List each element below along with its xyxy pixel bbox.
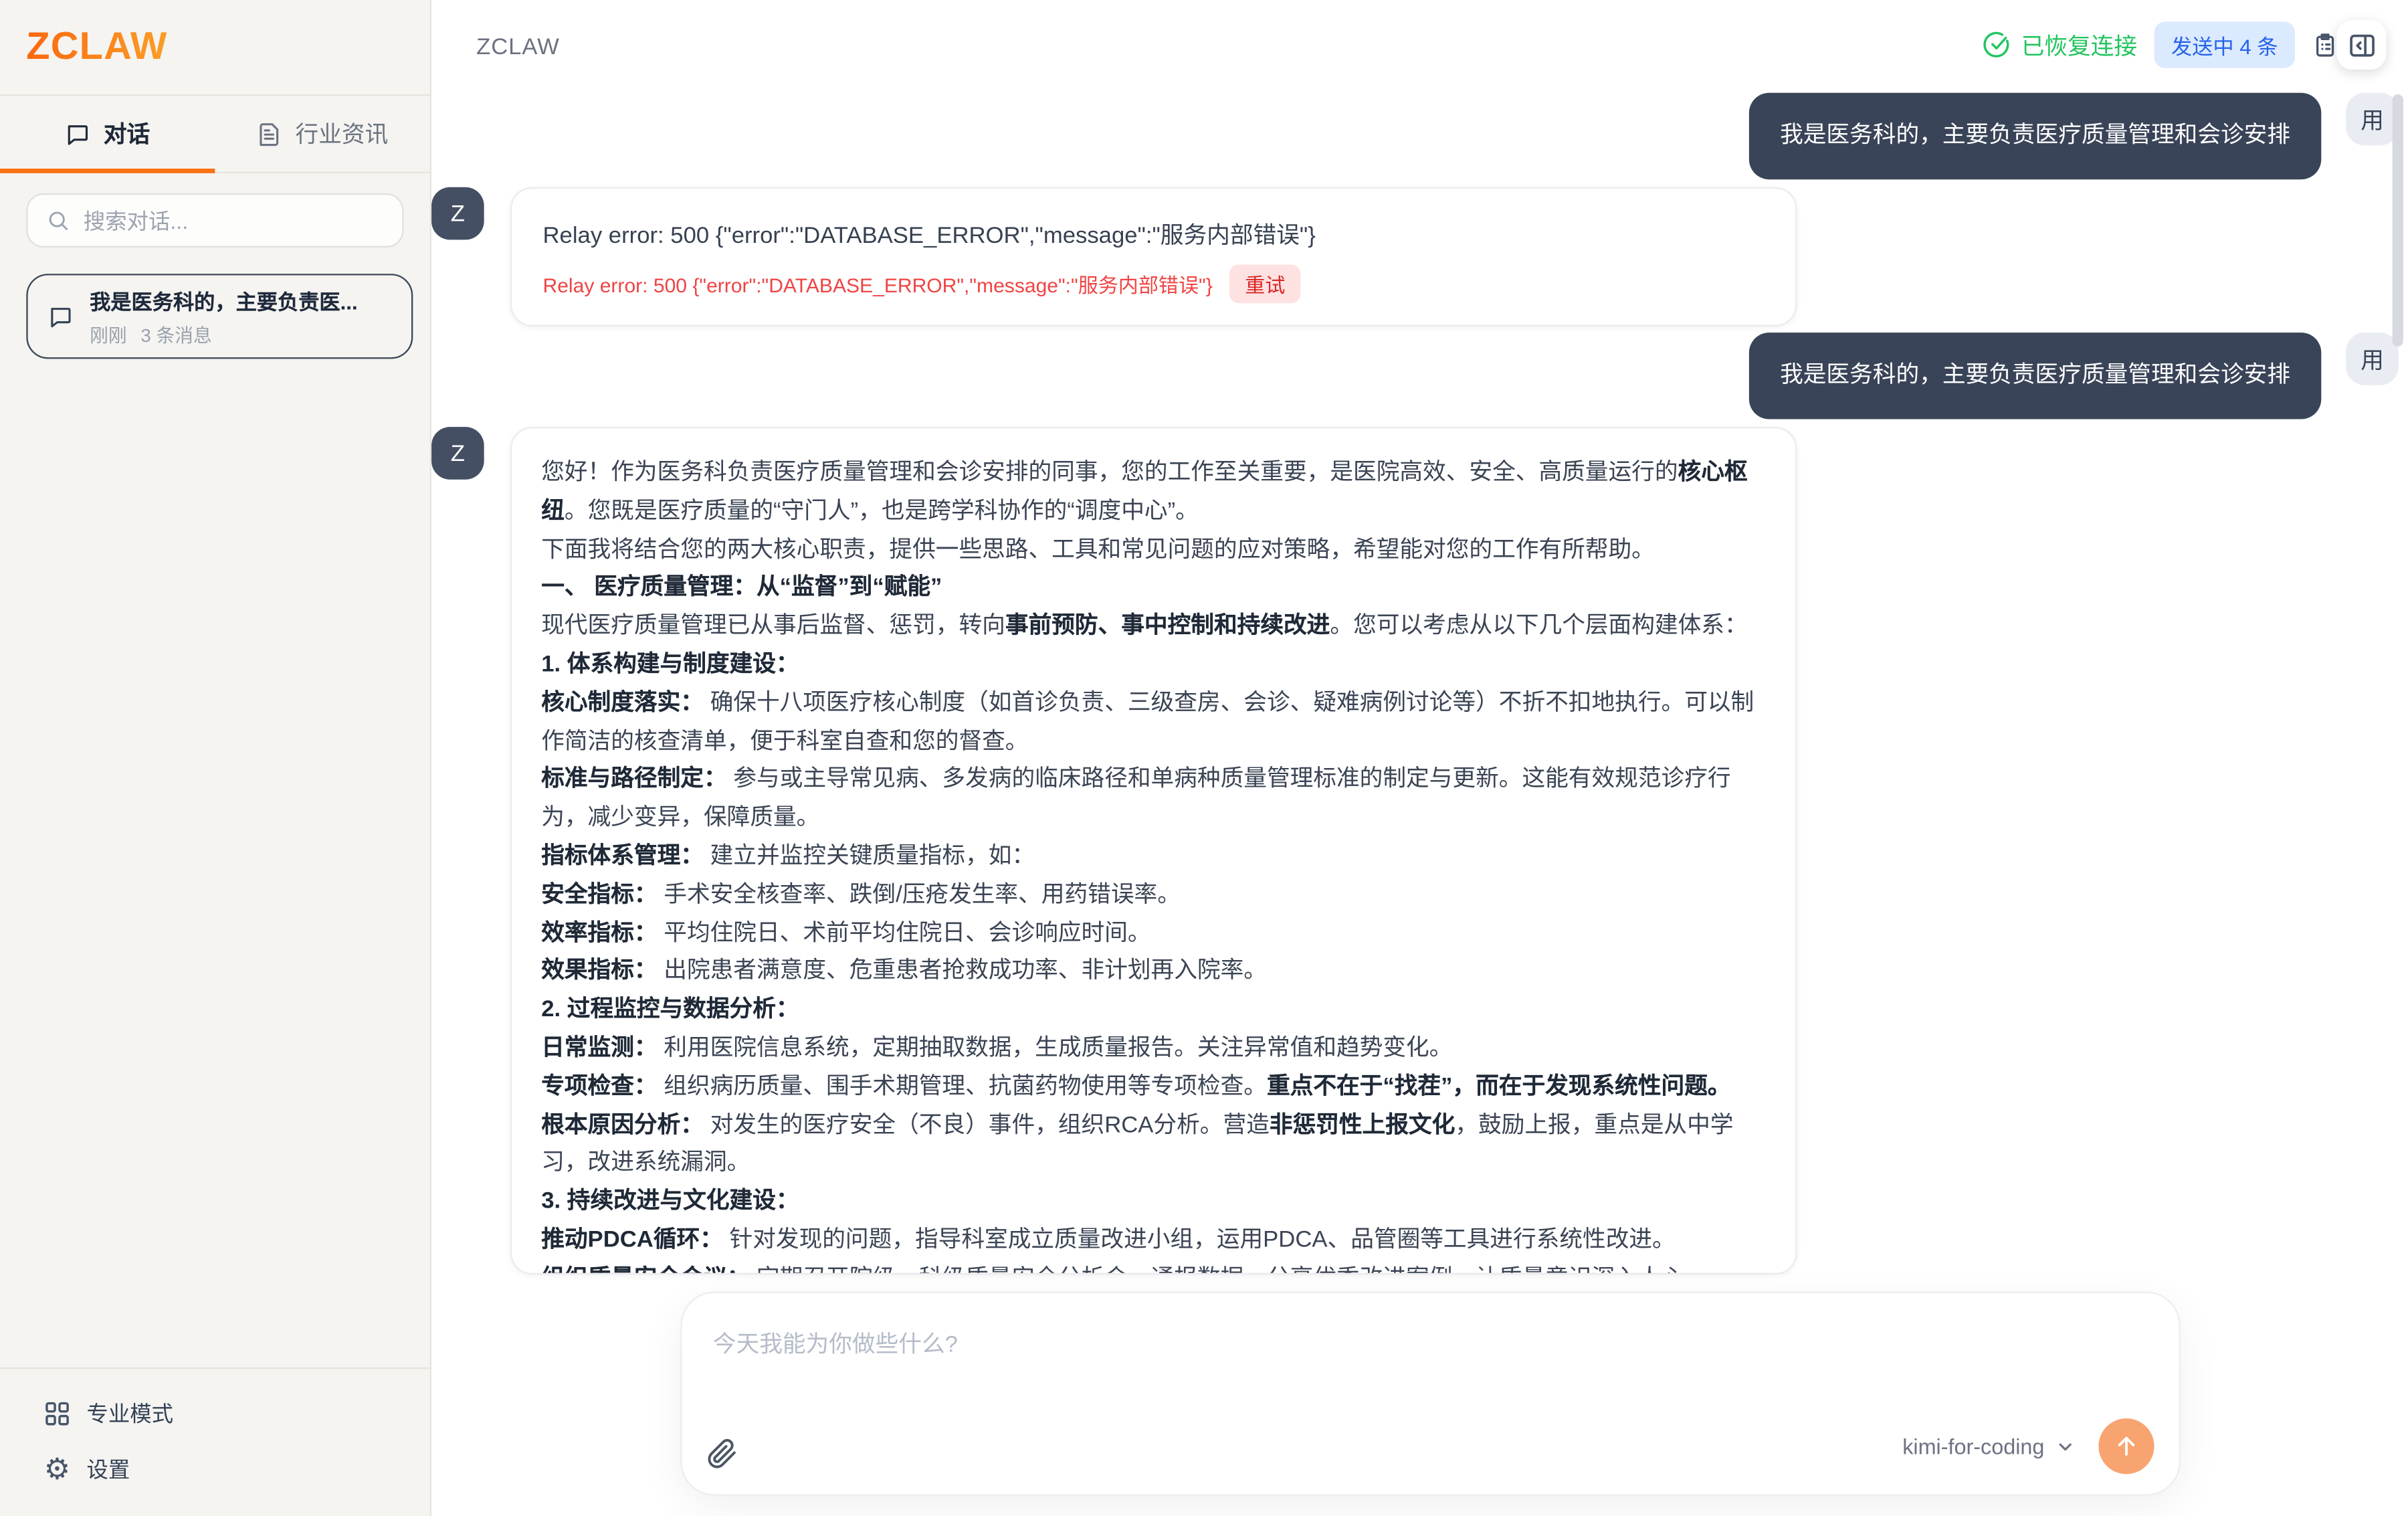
- assistant-paragraph: 1. 体系构建与制度建设：: [541, 646, 1766, 684]
- search-input[interactable]: [84, 208, 384, 233]
- arrow-up-icon: [2112, 1432, 2140, 1460]
- connection-status: 已恢复连接: [1983, 29, 2137, 62]
- sidebar-header: ZCLAW: [0, 0, 430, 96]
- attach-button[interactable]: [707, 1438, 738, 1469]
- assistant-paragraph: 2. 过程监控与数据分析：: [541, 991, 1766, 1030]
- tab-conversations[interactable]: 对话: [0, 96, 215, 171]
- assistant-paragraph: 效率指标： 平均住院日、术前平均住院日、会诊响应时间。: [541, 915, 1766, 953]
- assistant-paragraph: 效果指标： 出院患者满意度、危重患者抢救成功率、非计划再入院率。: [541, 953, 1766, 991]
- paperclip-icon: [707, 1438, 738, 1469]
- search-box: [26, 193, 403, 248]
- tab-industry-news[interactable]: 行业资讯: [215, 96, 429, 171]
- user-message-row: 我是医务科的，主要负责医疗质量管理和会诊安排 用: [1749, 93, 2399, 179]
- pro-mode-label: 专业模式: [86, 1398, 173, 1429]
- user-avatar: 用: [2346, 333, 2399, 385]
- zclaw-app: ZCLAW 对话 行业资讯: [0, 0, 2408, 1516]
- sidebar-item-pro-mode[interactable]: 专业模式: [0, 1386, 430, 1442]
- tab-industry-news-label: 行业资讯: [296, 118, 389, 151]
- assistant-paragraph: 标准与路径制定： 参与或主导常见病、多发病的临床路径和单病种质量管理标准的制定与…: [541, 761, 1766, 838]
- active-tab-underline: [0, 169, 215, 173]
- chat-bubble-icon: [48, 304, 73, 328]
- sidebar-footer: 专业模式 ⚙ 设置: [0, 1367, 430, 1516]
- retry-button[interactable]: 重试: [1229, 264, 1300, 303]
- assistant-paragraph: 安全指标： 手术安全核查率、跌倒/压疮发生率、用药错误率。: [541, 876, 1766, 915]
- chevron-down-icon: [2055, 1436, 2076, 1456]
- assistant-avatar: Z: [431, 187, 484, 240]
- user-message-bubble: 我是医务科的，主要负责医疗质量管理和会诊安排: [1749, 333, 2321, 419]
- assistant-paragraph: 下面我将结合您的两大核心职责，提供一些思路、工具和常见问题的应对策略，希望能对您…: [541, 531, 1766, 569]
- conversation-info: 我是医务科的，主要负责医... 刚刚 3 条消息: [90, 284, 358, 348]
- error-message-text: Relay error: 500 {"error":"DATABASE_ERRO…: [543, 218, 1765, 251]
- app-logo: ZCLAW: [26, 25, 167, 70]
- settings-label: 设置: [86, 1454, 130, 1485]
- user-avatar: 用: [2346, 93, 2399, 146]
- model-selector[interactable]: kimi-for-coding: [1902, 1434, 2076, 1458]
- sidebar-tabs: 对话 行业资讯: [0, 96, 430, 173]
- assistant-message-card: 您好！作为医务科负责医疗质量管理和会诊安排的同事，您的工作至关重要，是医院高效、…: [510, 427, 1797, 1274]
- conversation-list-item[interactable]: 我是医务科的，主要负责医... 刚刚 3 条消息: [26, 274, 413, 359]
- page-title: ZCLAW: [476, 34, 560, 60]
- assistant-paragraph: 日常监测： 利用医院信息系统，定期抽取数据，生成质量报告。关注异常值和趋势变化。: [541, 1030, 1766, 1068]
- user-message-bubble: 我是医务科的，主要负责医疗质量管理和会诊安排: [1749, 93, 2321, 179]
- assistant-paragraph: 一、 医疗质量管理：从“监督”到“赋能”: [541, 570, 1766, 608]
- assistant-paragraph: 根本原因分析： 对发生的医疗安全（不良）事件，组织RCA分析。营造非惩罚性上报文…: [541, 1107, 1766, 1183]
- connection-status-text: 已恢复连接: [2021, 29, 2137, 62]
- header-actions: 已恢复连接 发送中 4 条: [1983, 20, 2387, 70]
- assistant-paragraph: 核心制度落实： 确保十八项医疗核心制度（如首诊负责、三级查房、会诊、疑难病例讨论…: [541, 685, 1766, 762]
- tab-conversations-label: 对话: [104, 118, 150, 151]
- assistant-paragraph: 现代医疗质量管理已从事后监督、惩罚，转向事前预防、事中控制和持续改进。您可以考虑…: [541, 608, 1766, 646]
- conversation-time: 刚刚: [90, 322, 127, 348]
- message-input[interactable]: [713, 1327, 2148, 1396]
- sending-count-badge: 发送中 4 条: [2154, 21, 2295, 68]
- conversation-title: 我是医务科的，主要负责医...: [90, 284, 358, 315]
- send-button[interactable]: [2098, 1418, 2154, 1474]
- grid-icon: [43, 1400, 72, 1428]
- sidebar-item-settings[interactable]: ⚙ 设置: [0, 1442, 430, 1497]
- assistant-message-row: Z 您好！作为医务科负责医疗质量管理和会诊安排的同事，您的工作至关重要，是医院高…: [431, 427, 1797, 1274]
- sidebar-spacer: [0, 359, 430, 1367]
- conversation-count: 3 条消息: [140, 322, 211, 348]
- composer-actions: kimi-for-coding: [1902, 1418, 2154, 1474]
- assistant-paragraph: 3. 持续改进与文化建设：: [541, 1183, 1766, 1222]
- assistant-paragraph: 组织质量安全会议： 定期召开院级、科级质量安全分析会，通报数据，分享优秀改进案例…: [541, 1260, 1766, 1274]
- chat-area: ZCLAW 已恢复连接 发送中 4 条 我是医务科的，主要负责医疗质量管理和会诊…: [431, 0, 2408, 1516]
- assistant-paragraph: 您好！作为医务科负责医疗质量管理和会诊安排的同事，您的工作至关重要，是医院高效、…: [541, 455, 1766, 532]
- assistant-paragraph: 指标体系管理： 建立并监控关键质量指标，如：: [541, 838, 1766, 876]
- error-detail-text: Relay error: 500 {"error":"DATABASE_ERRO…: [543, 269, 1213, 298]
- assistant-error-card: Relay error: 500 {"error":"DATABASE_ERRO…: [510, 187, 1797, 326]
- gear-icon: ⚙: [43, 1454, 72, 1484]
- assistant-paragraph: 推动PDCA循环： 针对发现的问题，指导科室成立质量改进小组，运用PDCA、品管…: [541, 1222, 1766, 1260]
- user-message-row: 我是医务科的，主要负责医疗质量管理和会诊安排 用: [1749, 333, 2399, 419]
- collapse-panel-button[interactable]: [2336, 20, 2386, 70]
- check-circle-icon: [1983, 31, 2011, 59]
- error-detail-row: Relay error: 500 {"error":"DATABASE_ERRO…: [543, 264, 1765, 303]
- assistant-paragraph: 专项检查： 组织病历质量、围手术期管理、抗菌药物使用等专项检查。重点不在于“找茬…: [541, 1068, 1766, 1107]
- chat-scrollbar[interactable]: [2393, 94, 2403, 347]
- conversation-meta: 刚刚 3 条消息: [90, 322, 358, 348]
- clipboard-icon[interactable]: [2312, 31, 2338, 58]
- assistant-error-row: Z Relay error: 500 {"error":"DATABASE_ER…: [431, 187, 1797, 326]
- search-icon: [46, 209, 70, 232]
- sidebar: ZCLAW 对话 行业资讯: [0, 0, 431, 1516]
- composer: kimi-for-coding: [680, 1292, 2181, 1496]
- collapse-panel-icon: [2346, 30, 2376, 60]
- news-icon: [257, 121, 282, 146]
- model-name: kimi-for-coding: [1902, 1434, 2044, 1458]
- chat-bubble-icon: [65, 121, 90, 146]
- assistant-avatar: Z: [431, 427, 484, 480]
